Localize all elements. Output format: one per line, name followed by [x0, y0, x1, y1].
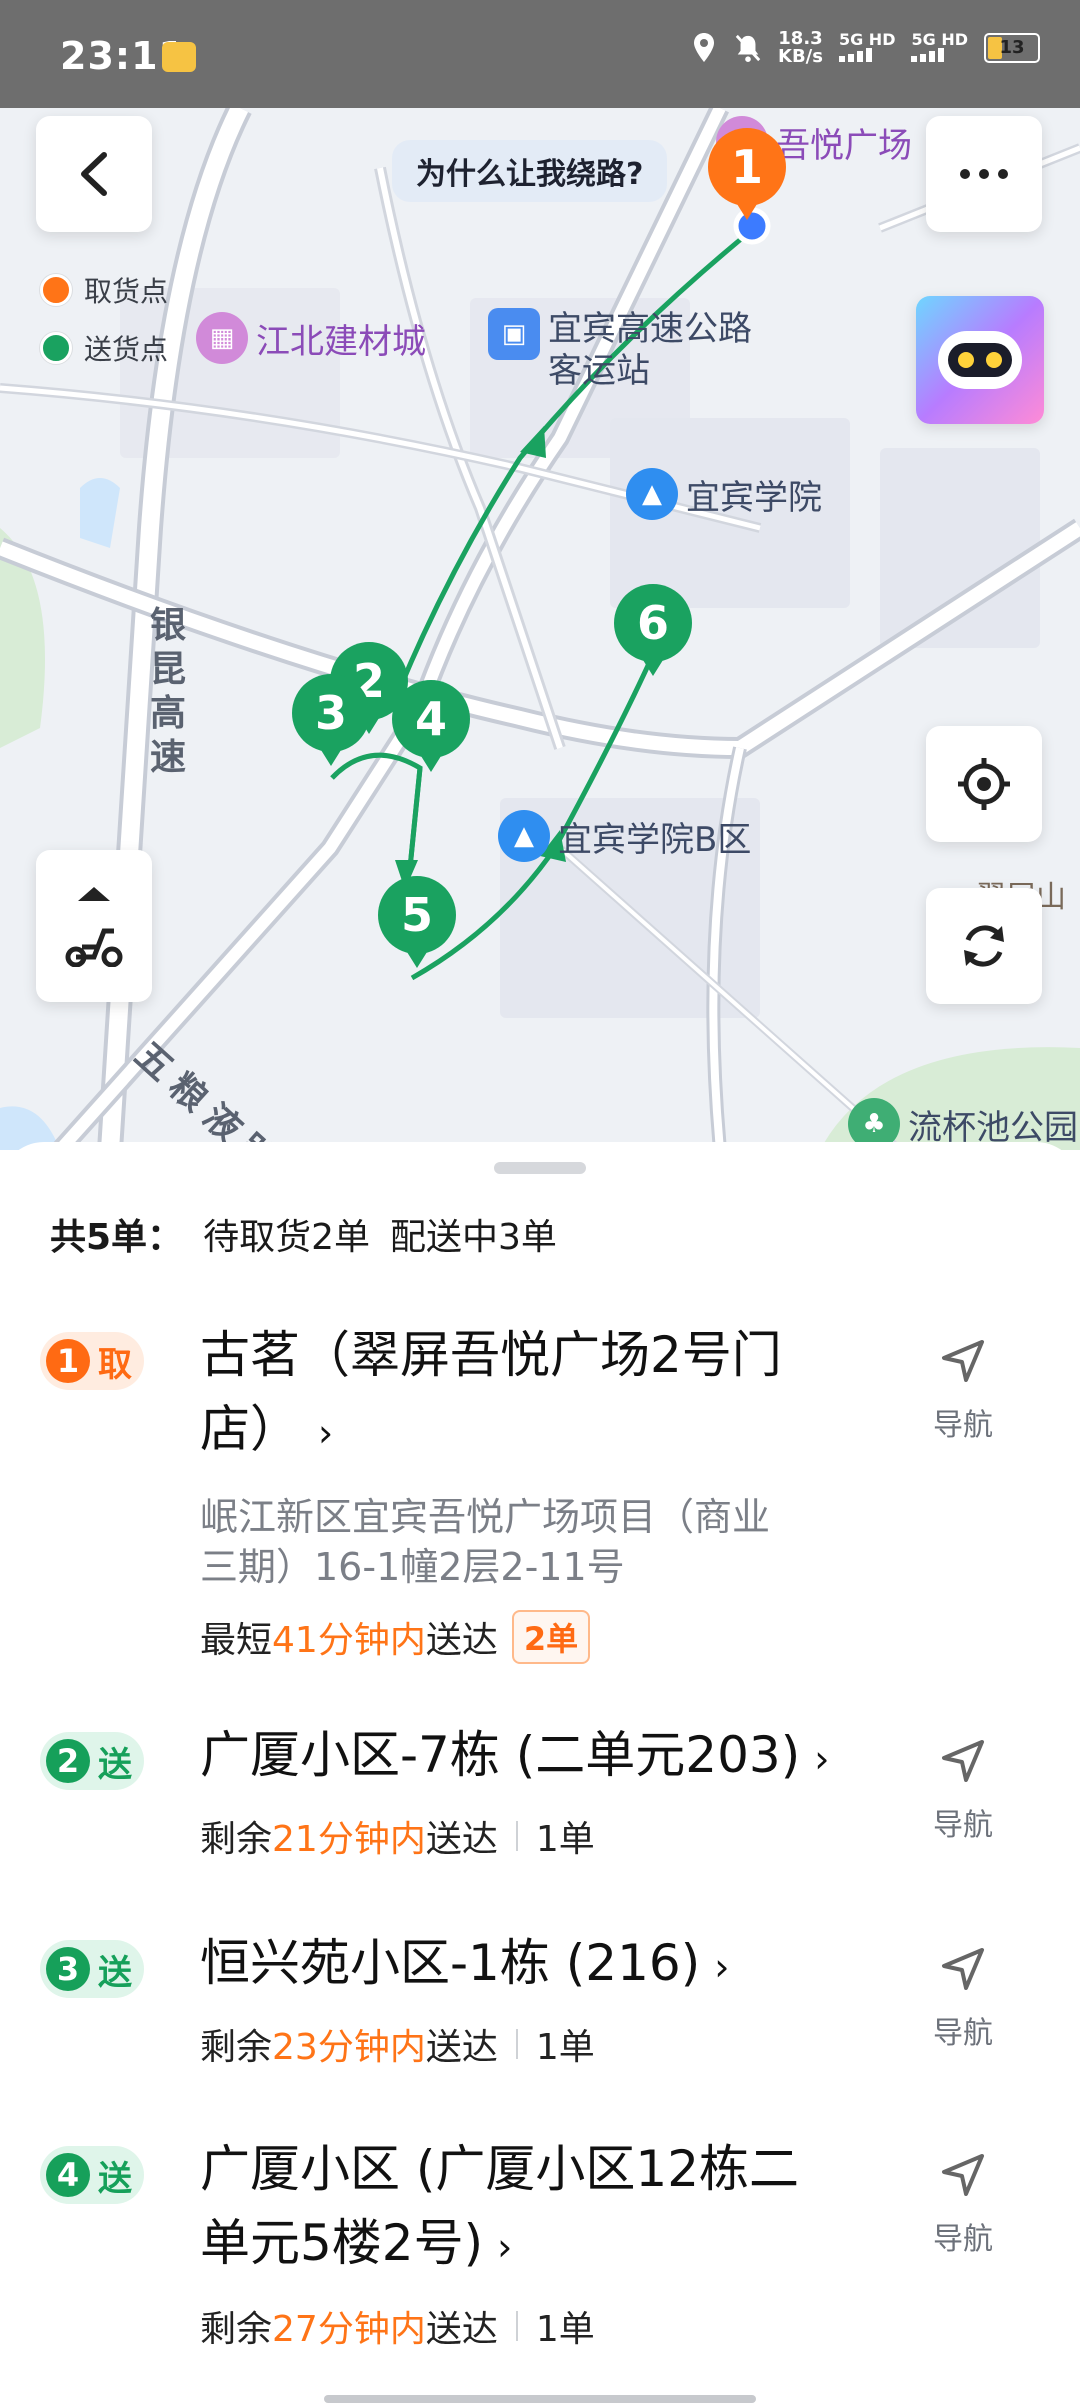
- poi-label: 宜宾学院B区: [558, 819, 752, 860]
- signal-bars-icon: [838, 47, 872, 62]
- order-tag-dropoff: 3 送: [40, 1940, 144, 1998]
- summary-pending-pickup: 待取货2单: [203, 1217, 370, 1258]
- more-icon: [960, 169, 1008, 179]
- shopping-icon: ▦: [196, 312, 248, 364]
- locate-button[interactable]: [926, 726, 1042, 842]
- order-summary: 共5单： 待取货2单 配送中3单: [50, 1208, 557, 1260]
- navigation-arrow-icon: [942, 1948, 984, 1990]
- refresh-button[interactable]: [926, 888, 1042, 1004]
- poi-building-materials-city[interactable]: ▦ 江北建材城: [196, 312, 426, 364]
- poi-label: 江北建材城: [256, 321, 426, 362]
- poi-yibin-university-b[interactable]: ▲ 宜宾学院B区: [498, 810, 751, 862]
- bus-icon: ▣: [488, 308, 540, 360]
- school-icon: ▲: [498, 810, 550, 862]
- chevron-right-icon: ›: [497, 2225, 513, 2269]
- order-address: 岷江新区宜宾吾悦广场项目（商业 三期）16-1幢2层2-11号: [200, 1495, 771, 1589]
- order-count: 1单: [535, 2309, 595, 2350]
- map-pin-6[interactable]: 6: [614, 584, 692, 676]
- order-count: 1单: [535, 1819, 595, 1860]
- summary-delivering: 配送中3单: [389, 1217, 557, 1258]
- pickup-dot-icon: [40, 274, 72, 306]
- chevron-right-icon: ›: [714, 1945, 730, 1989]
- back-arrow-icon: [81, 152, 107, 196]
- map-pin-1[interactable]: 1: [708, 128, 786, 220]
- network-type-2: 5G HD: [911, 29, 968, 49]
- order-number: 2: [46, 1739, 90, 1783]
- chevron-right-icon: ›: [318, 1411, 334, 1455]
- order-tag-label: 送: [98, 1744, 132, 1785]
- navigation-arrow-icon: [942, 1340, 984, 1382]
- dropoff-dot-icon: [40, 332, 72, 364]
- order-count: 1单: [535, 2027, 595, 2068]
- order-title[interactable]: 广厦小区-7栋 (二单元203) ›: [200, 1718, 880, 1796]
- status-indicators: 18.3 KB/s 5G HD 5G HD 13: [690, 30, 1040, 66]
- road-label-yinkun-expressway: 银 昆 高 速: [150, 605, 187, 778]
- order-eta: 剩余 23分钟内 送达 1单: [200, 2018, 595, 2070]
- assistant-button[interactable]: [916, 296, 1044, 424]
- locate-icon: [958, 758, 1010, 810]
- expand-up-icon: [78, 887, 110, 901]
- vehicle-mode-button[interactable]: [36, 850, 152, 1002]
- order-tag-label: 送: [98, 1952, 132, 1993]
- status-bar: 23:11 18.3 KB/s 5G HD 5G HD 13: [0, 0, 1080, 108]
- order-tag-label: 取: [98, 1344, 132, 1385]
- navigate-button[interactable]: 导航: [920, 2152, 1006, 2258]
- why-detour-button[interactable]: 为什么让我绕路?: [392, 140, 668, 202]
- speed-unit: KB/s: [778, 46, 823, 67]
- order-tag-dropoff: 4 送: [40, 2146, 144, 2204]
- poi-yibin-university[interactable]: ▲ 宜宾学院: [626, 468, 822, 520]
- notification-app-icon: [162, 42, 196, 72]
- order-tag-label: 送: [98, 2158, 132, 2199]
- chevron-right-icon: ›: [814, 1737, 830, 1781]
- navigation-arrow-icon: [942, 1740, 984, 1782]
- order-count-badge: 2单: [511, 1610, 591, 1664]
- navigation-arrow-icon: [942, 2154, 984, 2196]
- navigate-button[interactable]: 导航: [920, 1738, 1006, 1844]
- school-icon: ▲: [626, 468, 678, 520]
- order-title[interactable]: 广厦小区 (广厦小区12栋二 单元5楼2号) ›: [200, 2132, 880, 2284]
- poi-label: 吾悦广场: [776, 125, 912, 166]
- location-icon: [690, 31, 718, 65]
- order-tag-pickup: 1 取: [40, 1332, 144, 1390]
- network-type-1: 5G HD: [838, 29, 896, 49]
- signal-bars-icon: [911, 47, 945, 62]
- map-pin-4[interactable]: 4: [392, 680, 470, 772]
- poi-bus-station[interactable]: ▣ 宜宾高速公路 客运站: [488, 308, 752, 392]
- mute-icon: [734, 31, 762, 65]
- order-number: 3: [46, 1947, 90, 1991]
- summary-total: 共5单：: [50, 1217, 184, 1258]
- back-button[interactable]: [36, 116, 152, 232]
- legend-pickup: 取货点: [40, 270, 168, 310]
- battery-icon: 13: [984, 33, 1040, 63]
- poi-label-line1: 宜宾高速公路: [548, 309, 752, 349]
- more-button[interactable]: [926, 116, 1042, 232]
- refresh-icon: [964, 925, 1004, 967]
- scooter-icon: [65, 928, 123, 967]
- battery-level: 13: [999, 37, 1025, 58]
- map-pin-5[interactable]: 5: [378, 876, 456, 968]
- order-title[interactable]: 恒兴苑小区-1栋 (216) ›: [200, 1926, 880, 2004]
- poi-label-line2: 客运站: [548, 351, 650, 391]
- map-pin-3[interactable]: 3: [292, 674, 370, 766]
- map-view[interactable]: ◉ 吾悦广场 ▦ 江北建材城 ▣ 宜宾高速公路 客运站 ▲ 宜宾学院 ▲ 宜宾学…: [0, 108, 1080, 1150]
- home-indicator[interactable]: [324, 2395, 756, 2403]
- order-number: 4: [46, 2153, 90, 2197]
- signal-sim1: 5G HD: [838, 29, 896, 65]
- legend-dropoff: 送货点: [40, 328, 168, 368]
- order-eta: 剩余 27分钟内 送达 1单: [200, 2300, 595, 2352]
- orders-sheet: 共5单： 待取货2单 配送中3单 1 取 古茗（翠屏吾悦广场2号门 店） › 岷江…: [0, 1142, 1080, 2408]
- robot-assistant-icon: [938, 331, 1022, 389]
- network-speed: 18.3 KB/s: [778, 30, 823, 66]
- poi-label: 宜宾学院: [686, 477, 822, 518]
- order-eta: 最短 41分钟内 送达 2单: [200, 1610, 591, 1664]
- signal-sim2: 5G HD: [911, 29, 968, 65]
- order-eta: 剩余 21分钟内 送达 1单: [200, 1810, 595, 1862]
- sheet-handle[interactable]: [494, 1162, 586, 1174]
- order-tag-dropoff: 2 送: [40, 1732, 144, 1790]
- navigate-button[interactable]: 导航: [920, 1338, 1006, 1444]
- navigate-button[interactable]: 导航: [920, 1946, 1006, 2052]
- order-title[interactable]: 古茗（翠屏吾悦广场2号门 店） ›: [200, 1318, 880, 1470]
- order-number: 1: [46, 1339, 90, 1383]
